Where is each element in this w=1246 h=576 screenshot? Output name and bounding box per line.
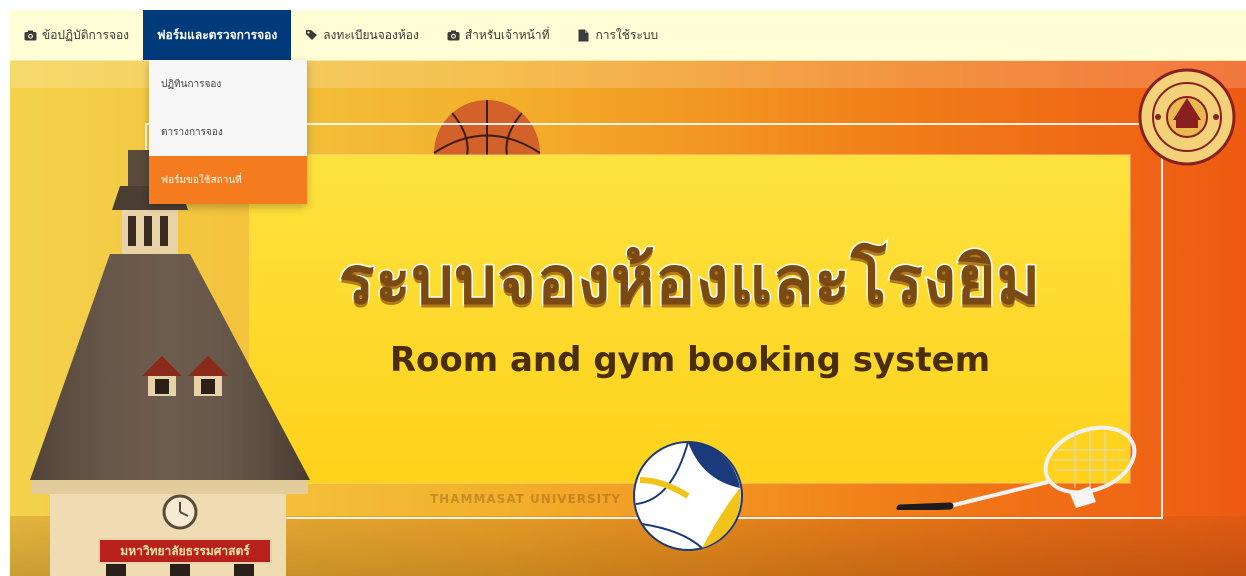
top-nav: ข้อปฏิบัติการจอง ฟอร์มและตรวจการจอง ลงทะ… [10, 10, 1246, 61]
nav-item-label: การใช้ระบบ [595, 27, 659, 42]
nav-item-label: ลงทะเบียนจองห้อง [323, 27, 419, 42]
nav-item-label: ข้อปฏิบัติการจอง [42, 27, 130, 42]
nav-item-staff[interactable]: สำหรับเจ้าหน้าที่ [433, 10, 564, 60]
nav-item-forms-and-check[interactable]: ฟอร์มและตรวจการจอง [143, 10, 292, 60]
file-icon [577, 29, 590, 42]
building-sign: มหาวิทยาลัยธรรมศาสตร์ [98, 538, 272, 564]
building-sign-text: มหาวิทยาลัยธรรมศาสตร์ [120, 543, 250, 558]
forms-dropdown-menu: ปฏิทินการจอง ตารางการจอง ฟอร์มขอใช้สถานท… [149, 60, 307, 204]
dropdown-item-booking-table[interactable]: ตารางการจอง [149, 108, 307, 156]
banner-watermark: THAMMASAT UNIVERSITY [430, 492, 622, 506]
banner-title-english: Room and gym booking system [389, 340, 991, 380]
dropdown-item-booking-calendar[interactable]: ปฏิทินการจอง [149, 60, 307, 108]
page: ข้อปฏิบัติการจอง ฟอร์มและตรวจการจอง ลงทะ… [0, 0, 1246, 576]
camera-icon [24, 29, 37, 42]
nav-item-booking-rules[interactable]: ข้อปฏิบัติการจอง [10, 10, 143, 60]
dropdown-item-venue-request-form[interactable]: ฟอร์มขอใช้สถานที่ [149, 156, 307, 204]
nav-item-label: ฟอร์มและตรวจการจอง [157, 27, 278, 42]
banner-title-thai: ระบบจองห้องและโรงยิม [337, 241, 1042, 321]
tag-icon [305, 29, 318, 42]
nav-item-label: สำหรับเจ้าหน้าที่ [464, 27, 550, 42]
university-seal-logo [1138, 68, 1236, 166]
volleyball-image [633, 441, 743, 551]
clock-tower-image [30, 150, 310, 576]
nav-item-system-usage[interactable]: การใช้ระบบ [563, 10, 672, 60]
camera-icon [447, 29, 460, 42]
badminton-racket-image [896, 425, 1137, 510]
nav-item-register-room[interactable]: ลงทะเบียนจองห้อง [291, 10, 433, 60]
